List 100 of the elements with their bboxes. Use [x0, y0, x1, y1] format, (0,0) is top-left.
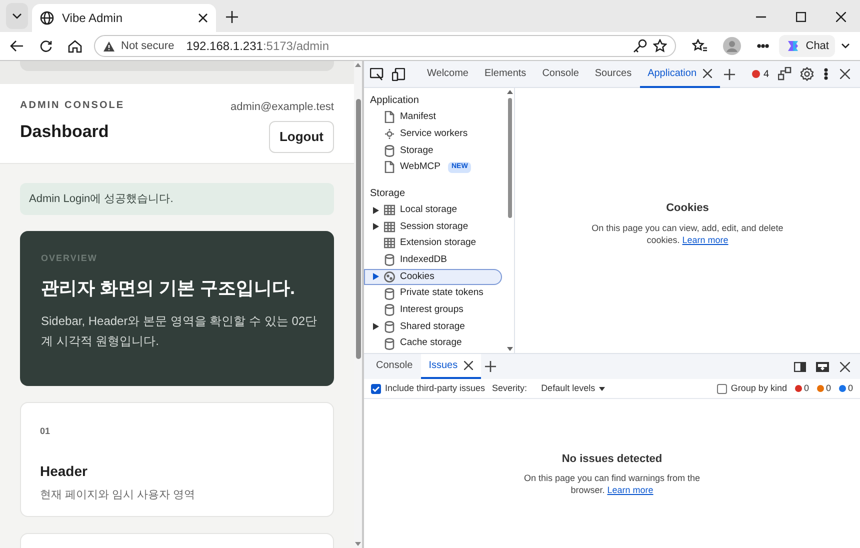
checkbox[interactable] [716, 384, 727, 394]
globe-icon [40, 11, 54, 25]
card-title: Header [40, 462, 88, 480]
more-icon[interactable] [756, 44, 769, 48]
scroll-down-icon [355, 542, 361, 546]
tree-item[interactable]: Shared storage [364, 318, 502, 336]
favorites-icon[interactable] [692, 39, 707, 53]
file-icon [384, 111, 395, 124]
devtools-tab[interactable]: Application [640, 60, 720, 88]
warning-triangle-icon [103, 40, 115, 52]
tree-item[interactable]: Local storage [364, 202, 502, 218]
severity-dropdown[interactable]: Default levels [541, 382, 606, 396]
checkbox-label: Include third-party issues [385, 382, 486, 395]
tab-title: Vibe Admin [62, 10, 124, 27]
scrollbar-thumb[interactable] [508, 98, 512, 218]
tree-item[interactable]: Extension storage [364, 235, 502, 252]
scroll-up-icon [507, 90, 513, 94]
table-icon [384, 204, 395, 216]
table-icon [384, 220, 395, 233]
database-icon [384, 338, 395, 350]
devtools-tab[interactable]: Welcome [419, 60, 476, 88]
tab-list-button[interactable] [6, 3, 28, 29]
settings-icon[interactable] [800, 67, 814, 81]
expand-triangle-icon[interactable] [373, 323, 379, 330]
tree-item[interactable]: Manifest [364, 109, 502, 126]
issue-count: 0 [804, 382, 809, 395]
overview-title: 관리자 화면의 기본 구조입니다. [41, 276, 296, 300]
chat-button[interactable]: Chat [778, 35, 835, 57]
tree-item[interactable]: Service workers [364, 126, 502, 142]
database-icon [384, 320, 395, 333]
panel-description: On this page you can view, add, edit, and delete cookies. Learn more [590, 222, 784, 246]
plus-icon[interactable] [724, 68, 734, 80]
empty-description: On this page you can find warnings from the browser. Learn more [522, 472, 702, 496]
close-icon[interactable] [464, 361, 473, 370]
scrollbar-thumb[interactable] [356, 99, 360, 359]
drawer-tab[interactable]: Console [368, 354, 421, 379]
plus-icon[interactable] [226, 11, 238, 23]
issue-count: 0 [848, 382, 853, 395]
browser-tab[interactable]: Vibe Admin [32, 4, 216, 32]
tree-item[interactable]: Cookies [364, 268, 502, 286]
dock-bottom-icon[interactable] [816, 362, 829, 372]
devtools-tab[interactable]: Elements [476, 60, 534, 88]
chevron-down-icon[interactable] [841, 43, 850, 49]
more-vertical-icon[interactable] [824, 68, 828, 80]
error-counter[interactable]: 4 [752, 66, 769, 82]
expand-triangle-icon[interactable] [373, 206, 379, 214]
table-icon [384, 237, 395, 250]
tree-item[interactable]: Storage [364, 142, 502, 160]
back-arrow-icon[interactable] [10, 40, 24, 52]
section-heading: Application [369, 94, 420, 108]
success-alert: Admin Login에 성공했습니다. [20, 183, 334, 215]
star-icon[interactable] [652, 39, 667, 53]
checkbox[interactable] [371, 384, 381, 394]
tree-item[interactable]: Cache storage [364, 335, 502, 352]
connection-icon[interactable] [778, 67, 792, 81]
card-number: 01 [40, 425, 52, 438]
card-description: 현재 페이지와 임시 사용자 영역 [40, 488, 196, 502]
eyebrow-label: ADMIN CONSOLE [20, 99, 124, 113]
database-icon [384, 254, 395, 266]
close-icon[interactable] [198, 13, 208, 23]
expand-triangle-icon[interactable] [373, 223, 379, 230]
empty-title: No issues detected [562, 452, 662, 467]
panel-title: Cookies [666, 201, 709, 216]
learn-more-link[interactable]: Learn more [607, 484, 654, 494]
drawer-tab[interactable]: Issues [420, 354, 481, 379]
error-dot-icon [752, 70, 760, 78]
user-email: admin@example.test [230, 100, 334, 115]
issue-count: 0 [826, 382, 831, 395]
tree-item[interactable]: Private state tokens [364, 285, 502, 302]
devtools-tab[interactable]: Console [534, 60, 587, 88]
file-icon [384, 161, 395, 174]
close-icon[interactable] [840, 362, 850, 372]
url-text: 192.168.1.231:5173/admin [186, 38, 329, 55]
plus-icon[interactable] [484, 361, 496, 372]
devtools-tab[interactable]: Sources [586, 60, 640, 88]
address-field[interactable]: Not secure 192.168.1.231:5173/admin [94, 35, 676, 57]
device-toolbar-icon[interactable] [392, 68, 405, 80]
severity-label: Severity: [492, 382, 528, 395]
close-icon[interactable] [836, 12, 846, 22]
home-icon[interactable] [68, 40, 82, 52]
tree-item[interactable]: Interest groups [364, 302, 502, 319]
scroll-up-icon [355, 63, 361, 67]
cookie-icon [384, 270, 395, 283]
key-icon[interactable] [632, 39, 647, 53]
dock-side-icon[interactable] [794, 362, 806, 372]
logout-button[interactable]: Logout [269, 120, 334, 152]
inspect-icon[interactable] [370, 68, 384, 80]
overview-description: Sidebar, Header와 본문 영역을 확인할 수 있는 02단계 시각적 원형입니다. [41, 312, 318, 350]
close-icon[interactable] [840, 69, 850, 79]
checkbox-label: Group by kind [730, 382, 787, 395]
tree-item[interactable]: IndexedDB [364, 252, 502, 268]
close-icon[interactable] [702, 68, 712, 78]
tree-item[interactable]: Session storage [364, 218, 502, 236]
reload-icon[interactable] [40, 40, 52, 52]
expand-triangle-icon[interactable] [373, 273, 379, 280]
avatar-icon[interactable] [722, 37, 741, 55]
section-heading: Storage [369, 186, 406, 201]
learn-more-link[interactable]: Learn more [682, 234, 728, 244]
database-icon [384, 144, 395, 157]
maximize-icon[interactable] [796, 12, 806, 22]
